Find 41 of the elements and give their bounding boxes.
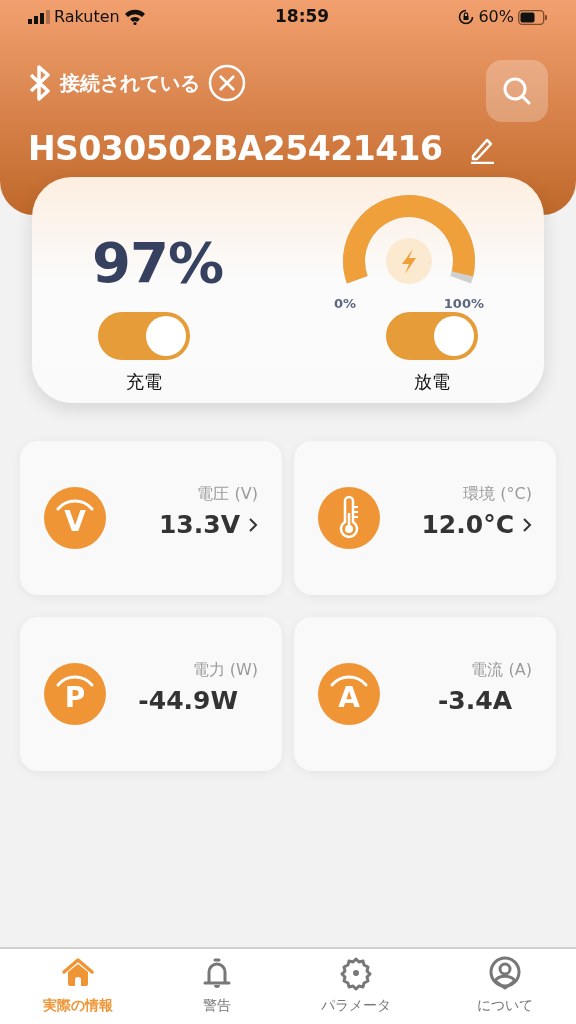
battery-percent: 60% [478, 6, 514, 28]
device-name: HS030502BA25421416 [28, 128, 443, 170]
lightning-icon [386, 238, 432, 284]
metric-value: 13.3V [158, 509, 240, 542]
connection-status: 接続されている [60, 70, 200, 97]
toggle-switch[interactable] [386, 311, 478, 360]
wifi-icon [123, 9, 146, 25]
metric-card[interactable]: V 電圧 (V) 13.3V [20, 441, 282, 595]
tab-button[interactable]: 警告 [199, 949, 235, 1024]
metric-label: 環境 (°C) [463, 483, 532, 506]
charge-percent: 97% [92, 229, 224, 295]
metric-label: 電力 (W) [192, 659, 258, 682]
metric-card[interactable]: 環境 (°C) 12.0°C [294, 441, 556, 595]
metric-card[interactable]: P 電力 (W) -44.9W [20, 617, 282, 771]
gauge-max-label: 100% [443, 295, 484, 313]
signal-icon [28, 10, 50, 24]
gauge-letter-icon: P [44, 663, 106, 725]
gauge-letter-icon: V [44, 487, 106, 549]
battery-icon [518, 9, 548, 25]
tab-button[interactable]: パラメータ [321, 949, 391, 1024]
metric-label: 電流 (A) [471, 659, 532, 682]
switch-label: 充電 [126, 369, 162, 394]
metric-label: 電圧 (V) [197, 483, 258, 506]
clock-time: 18:59 [275, 5, 330, 29]
settings-icon [338, 955, 374, 991]
gauge-letter-icon: A [318, 663, 380, 725]
metric-value: -44.9W [138, 685, 238, 718]
bluetooth-icon [28, 65, 52, 101]
metric-card[interactable]: A 電流 (A) -3.4A [294, 617, 556, 771]
tab-button[interactable]: について [477, 949, 533, 1024]
metric-value: -3.4A [438, 685, 512, 718]
switch-label: 放電 [414, 369, 450, 394]
search-icon [502, 76, 532, 106]
search-button[interactable] [486, 60, 548, 122]
rotation-lock-icon [458, 9, 475, 25]
carrier-name: Rakuten [54, 6, 120, 28]
disconnect-icon[interactable] [208, 64, 246, 102]
gauge-min-label: 0% [334, 295, 357, 313]
metric-value: 12.0°C [421, 509, 514, 542]
toggle-switch[interactable] [98, 311, 190, 360]
user-icon [487, 955, 523, 991]
